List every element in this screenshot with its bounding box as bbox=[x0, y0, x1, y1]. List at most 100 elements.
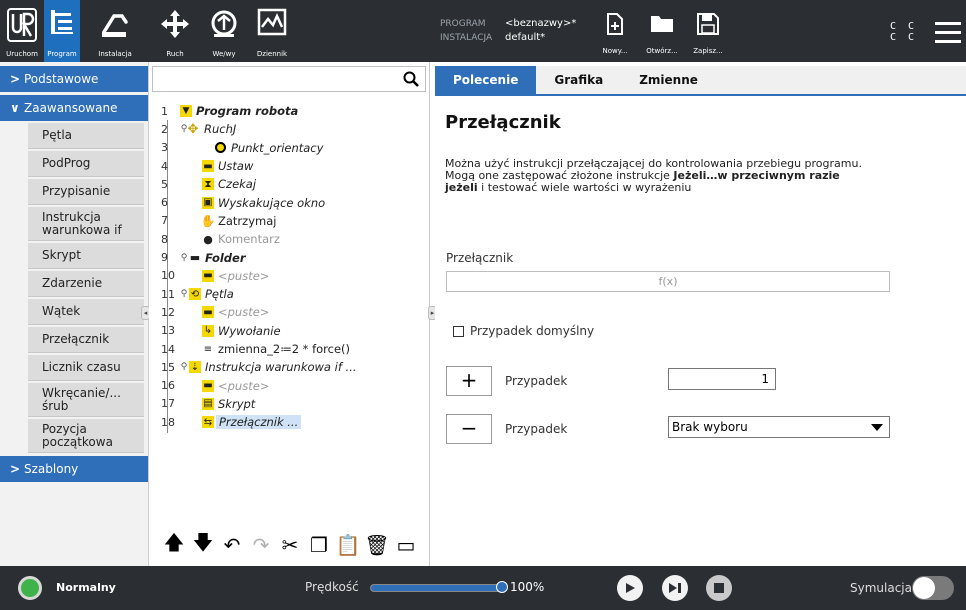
category-basic[interactable]: > Podstawowe bbox=[0, 66, 148, 92]
tree-label: Przełącznik ... bbox=[216, 415, 302, 430]
folder-icon: ▬ bbox=[189, 251, 201, 265]
tree-row[interactable]: 1 ▼ Program robota bbox=[149, 102, 429, 120]
log-chart-icon bbox=[257, 8, 287, 36]
line-number: 7 bbox=[161, 214, 168, 228]
tree-row[interactable]: 17 ▤ Skrypt bbox=[149, 395, 429, 413]
copy-icon[interactable]: ❐ bbox=[306, 532, 332, 558]
hamburger-menu-icon[interactable] bbox=[935, 22, 961, 44]
empty-placeholder-icon: ▬ bbox=[202, 269, 214, 282]
tree-row[interactable]: 14 ≡ zmienna_2≔2 * force() bbox=[149, 340, 429, 358]
save-button[interactable]: Zapisz... bbox=[688, 0, 728, 62]
tree-row[interactable]: 7 ✋ Zatrzymaj bbox=[149, 212, 429, 230]
category-label: Szablony bbox=[24, 462, 79, 476]
speed-percent: 100% bbox=[510, 580, 545, 594]
open-button[interactable]: Otwórz... bbox=[640, 0, 684, 62]
new-button[interactable]: Nowy... bbox=[595, 0, 635, 62]
cmd-loop[interactable]: Pętla bbox=[28, 123, 144, 149]
tree-label: Instrukcja warunkowa if ... bbox=[205, 360, 357, 375]
cut-icon[interactable]: ✂ bbox=[277, 532, 303, 558]
tree-toolbar: 🡅 🡇 ↶ ↷ ✂ ❐ 📋 🗑 ▭ bbox=[149, 528, 429, 562]
tree-row[interactable]: 8 ● Komentarz bbox=[149, 230, 429, 248]
tree-row[interactable]: 9 ⚲ ▬ Folder bbox=[149, 248, 429, 266]
tab-variables[interactable]: Zmienne bbox=[621, 66, 716, 94]
robot-status-indicator[interactable] bbox=[18, 576, 42, 600]
tree-label: Komentarz bbox=[218, 232, 280, 247]
step-button[interactable] bbox=[662, 575, 688, 601]
set-icon: ▬ bbox=[202, 160, 214, 173]
stop-button[interactable] bbox=[706, 575, 732, 601]
line-number: 15 bbox=[161, 360, 175, 374]
command-detail-panel: Polecenie Grafika Zmienne Przełącznik Mo… bbox=[435, 62, 966, 566]
cmd-subprogram[interactable]: PodProg bbox=[28, 151, 144, 177]
tree-row[interactable]: 11 ⚲ ⟲ Pętla bbox=[149, 285, 429, 303]
delete-icon[interactable]: 🗑 bbox=[364, 532, 390, 558]
play-button[interactable] bbox=[617, 575, 643, 601]
search-icon[interactable] bbox=[403, 71, 419, 87]
nav-io[interactable]: We/wy bbox=[200, 0, 248, 62]
tree-row[interactable]: 5 ⧗ Czekaj bbox=[149, 175, 429, 193]
cmd-if[interactable]: Instrukcja warunkowa if bbox=[28, 207, 144, 241]
default-case-checkbox[interactable] bbox=[453, 326, 464, 337]
line-number: 18 bbox=[161, 415, 175, 429]
add-case-button[interactable]: + bbox=[446, 366, 492, 396]
detail-tabs: Polecenie Grafika Zmienne bbox=[435, 66, 966, 96]
comment-bubble-icon: ● bbox=[203, 232, 213, 246]
line-number: 12 bbox=[161, 305, 175, 319]
nav-uruchom[interactable]: Uruchom bbox=[0, 0, 44, 62]
simulation-toggle[interactable] bbox=[912, 576, 954, 600]
suppress-icon[interactable]: ▭ bbox=[393, 532, 419, 558]
tree-row[interactable]: 6 ▣ Wyskakujące okno bbox=[149, 193, 429, 211]
undo-icon[interactable]: ↶ bbox=[219, 532, 245, 558]
case-select[interactable]: Brak wyboru bbox=[668, 416, 890, 438]
nav-ruch[interactable]: Ruch bbox=[150, 0, 200, 62]
tab-command[interactable]: Polecenie bbox=[435, 66, 537, 94]
hourglass-icon: ⧗ bbox=[202, 178, 214, 191]
line-number: 11 bbox=[161, 287, 175, 301]
chevron-down-icon: ∨ bbox=[10, 101, 20, 115]
tree-row-selected[interactable]: 18 ⇆ Przełącznik ... bbox=[149, 413, 429, 431]
remove-case-button[interactable]: − bbox=[446, 414, 492, 444]
cc-indicator: C C C C bbox=[890, 21, 917, 43]
ur-logo-icon bbox=[7, 8, 37, 42]
speed-slider[interactable] bbox=[370, 584, 504, 592]
tree-row[interactable]: 10 ▬ <puste> bbox=[149, 267, 429, 285]
cmd-home[interactable]: Pozycja początkowa bbox=[28, 419, 144, 453]
program-key: PROGRAM bbox=[440, 19, 486, 29]
tree-row[interactable]: 3 Punkt_orientacy bbox=[149, 139, 429, 157]
speed-slider-handle[interactable] bbox=[496, 581, 508, 593]
tab-graphics[interactable]: Grafika bbox=[536, 66, 621, 94]
cmd-assignment[interactable]: Przypisanie bbox=[28, 179, 144, 205]
case-number-field[interactable]: 1 bbox=[668, 368, 776, 390]
cc-line: C C bbox=[890, 21, 918, 32]
expression-field[interactable]: f(x) bbox=[446, 271, 890, 292]
category-templates[interactable]: > Szablony bbox=[0, 456, 148, 482]
tree-row[interactable]: 13 ↳ Wywołanie bbox=[149, 322, 429, 340]
toggle-knob bbox=[913, 577, 935, 599]
tree-row[interactable]: 2 ⚲ ✥ RuchJ bbox=[149, 120, 429, 138]
search-input[interactable] bbox=[152, 66, 426, 92]
redo-icon[interactable]: ↷ bbox=[248, 532, 274, 558]
tree-row[interactable]: 12 ▬ <puste> bbox=[149, 303, 429, 321]
paste-icon[interactable]: 📋 bbox=[335, 532, 361, 558]
cmd-screwdriving[interactable]: Wkręcanie/... śrub bbox=[28, 383, 144, 417]
nav-instalacja[interactable]: Instalacja bbox=[80, 0, 150, 62]
line-number: 5 bbox=[161, 177, 168, 191]
cmd-event[interactable]: Zdarzenie bbox=[28, 271, 144, 297]
cmd-timer[interactable]: Licznik czasu bbox=[28, 355, 144, 381]
cmd-thread[interactable]: Wątek bbox=[28, 299, 144, 325]
tree-row[interactable]: 4 ▬ Ustaw bbox=[149, 157, 429, 175]
cmd-script[interactable]: Skrypt bbox=[28, 243, 144, 269]
tree-label: Czekaj bbox=[218, 177, 257, 192]
nav-dziennik[interactable]: Dziennik bbox=[248, 0, 296, 62]
cmd-switch[interactable]: Przełącznik bbox=[28, 327, 144, 353]
nav-program[interactable]: Program bbox=[44, 0, 80, 62]
bottom-bar: Normalny Prędkość 100% Symulacja bbox=[0, 566, 966, 610]
tree-row[interactable]: 15 ⚲ ⇣ Instrukcja warunkowa if ... bbox=[149, 358, 429, 376]
switch-icon: ⇆ bbox=[202, 416, 214, 429]
move-up-icon[interactable]: 🡅 bbox=[161, 530, 187, 558]
new-label: Nowy... bbox=[602, 47, 628, 55]
tree-row[interactable]: 16 ▬ <puste> bbox=[149, 376, 429, 394]
category-advanced[interactable]: ∨ Zaawansowane bbox=[0, 95, 148, 121]
move-down-icon[interactable]: 🡇 bbox=[190, 530, 216, 558]
program-info: PROGRAM <beznazwy>* INSTALACJA default* bbox=[440, 17, 576, 45]
